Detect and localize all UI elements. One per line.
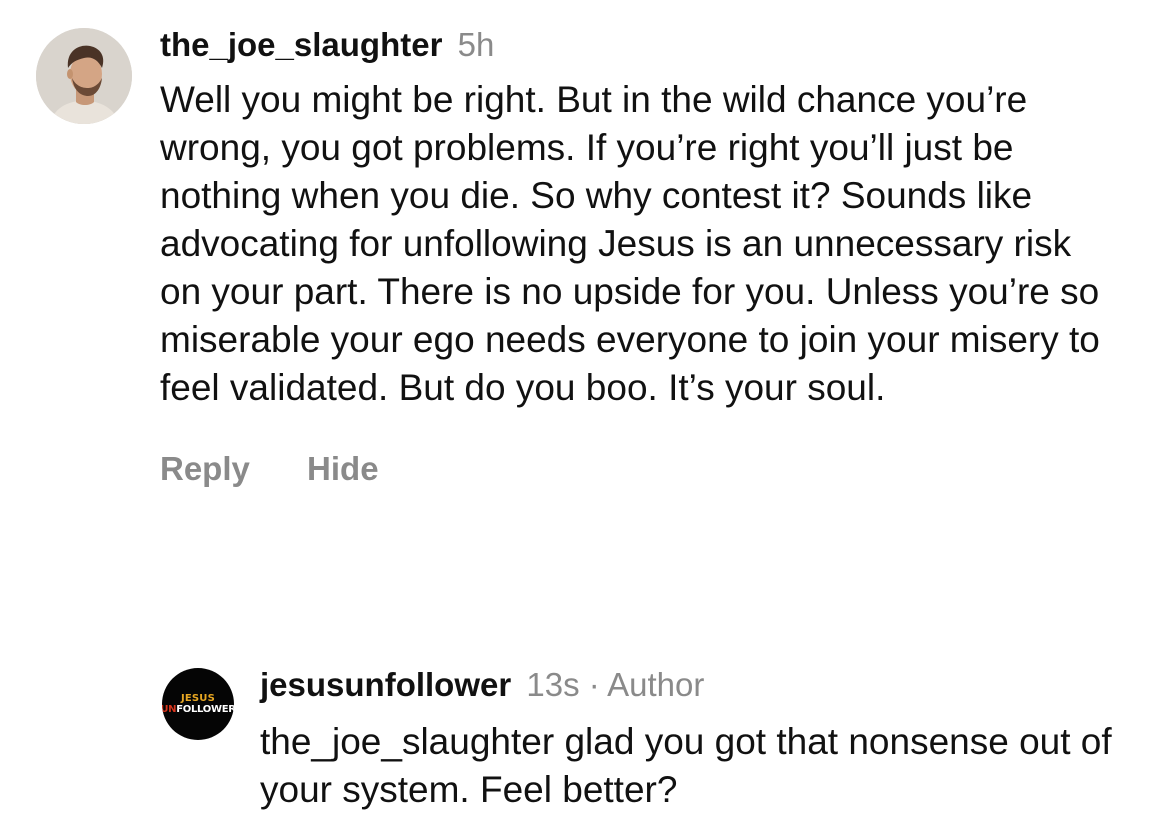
comment-text: Well you might be right. But in the wild… (160, 79, 1100, 408)
reply-body: jesusunfollower 13s · Author the_joe_sla… (260, 662, 1140, 814)
comment-actions: Reply Hide (160, 446, 1120, 492)
timestamp: 13s · Author (526, 666, 704, 703)
author-badge: Author (607, 666, 705, 703)
username[interactable]: the_joe_slaughter (160, 26, 442, 63)
avatar[interactable]: JESUS UNFOLLOWER (162, 668, 234, 740)
hide-button[interactable]: Hide (307, 446, 379, 492)
logo-rest: FOLLOWER (176, 703, 234, 715)
logo-prefix: UN (162, 703, 177, 715)
comment-meta: the_joe_slaughter 5h (160, 22, 1120, 68)
reply-text: the_joe_slaughter glad you got that nons… (260, 721, 1112, 810)
username[interactable]: jesusunfollower (260, 666, 511, 703)
reply-button[interactable]: Reply (160, 446, 250, 492)
comment-body: the_joe_slaughter 5h Well you might be r… (160, 22, 1120, 492)
logo-line-2: UNFOLLOWER (162, 704, 234, 715)
logo-line-1: JESUS (180, 692, 216, 704)
profile-photo-icon (36, 28, 132, 124)
separator: · (588, 666, 600, 703)
time: 13s (526, 666, 580, 703)
avatar[interactable] (36, 28, 132, 124)
reply-meta: jesusunfollower 13s · Author (260, 662, 1140, 708)
timestamp: 5h (457, 26, 495, 63)
